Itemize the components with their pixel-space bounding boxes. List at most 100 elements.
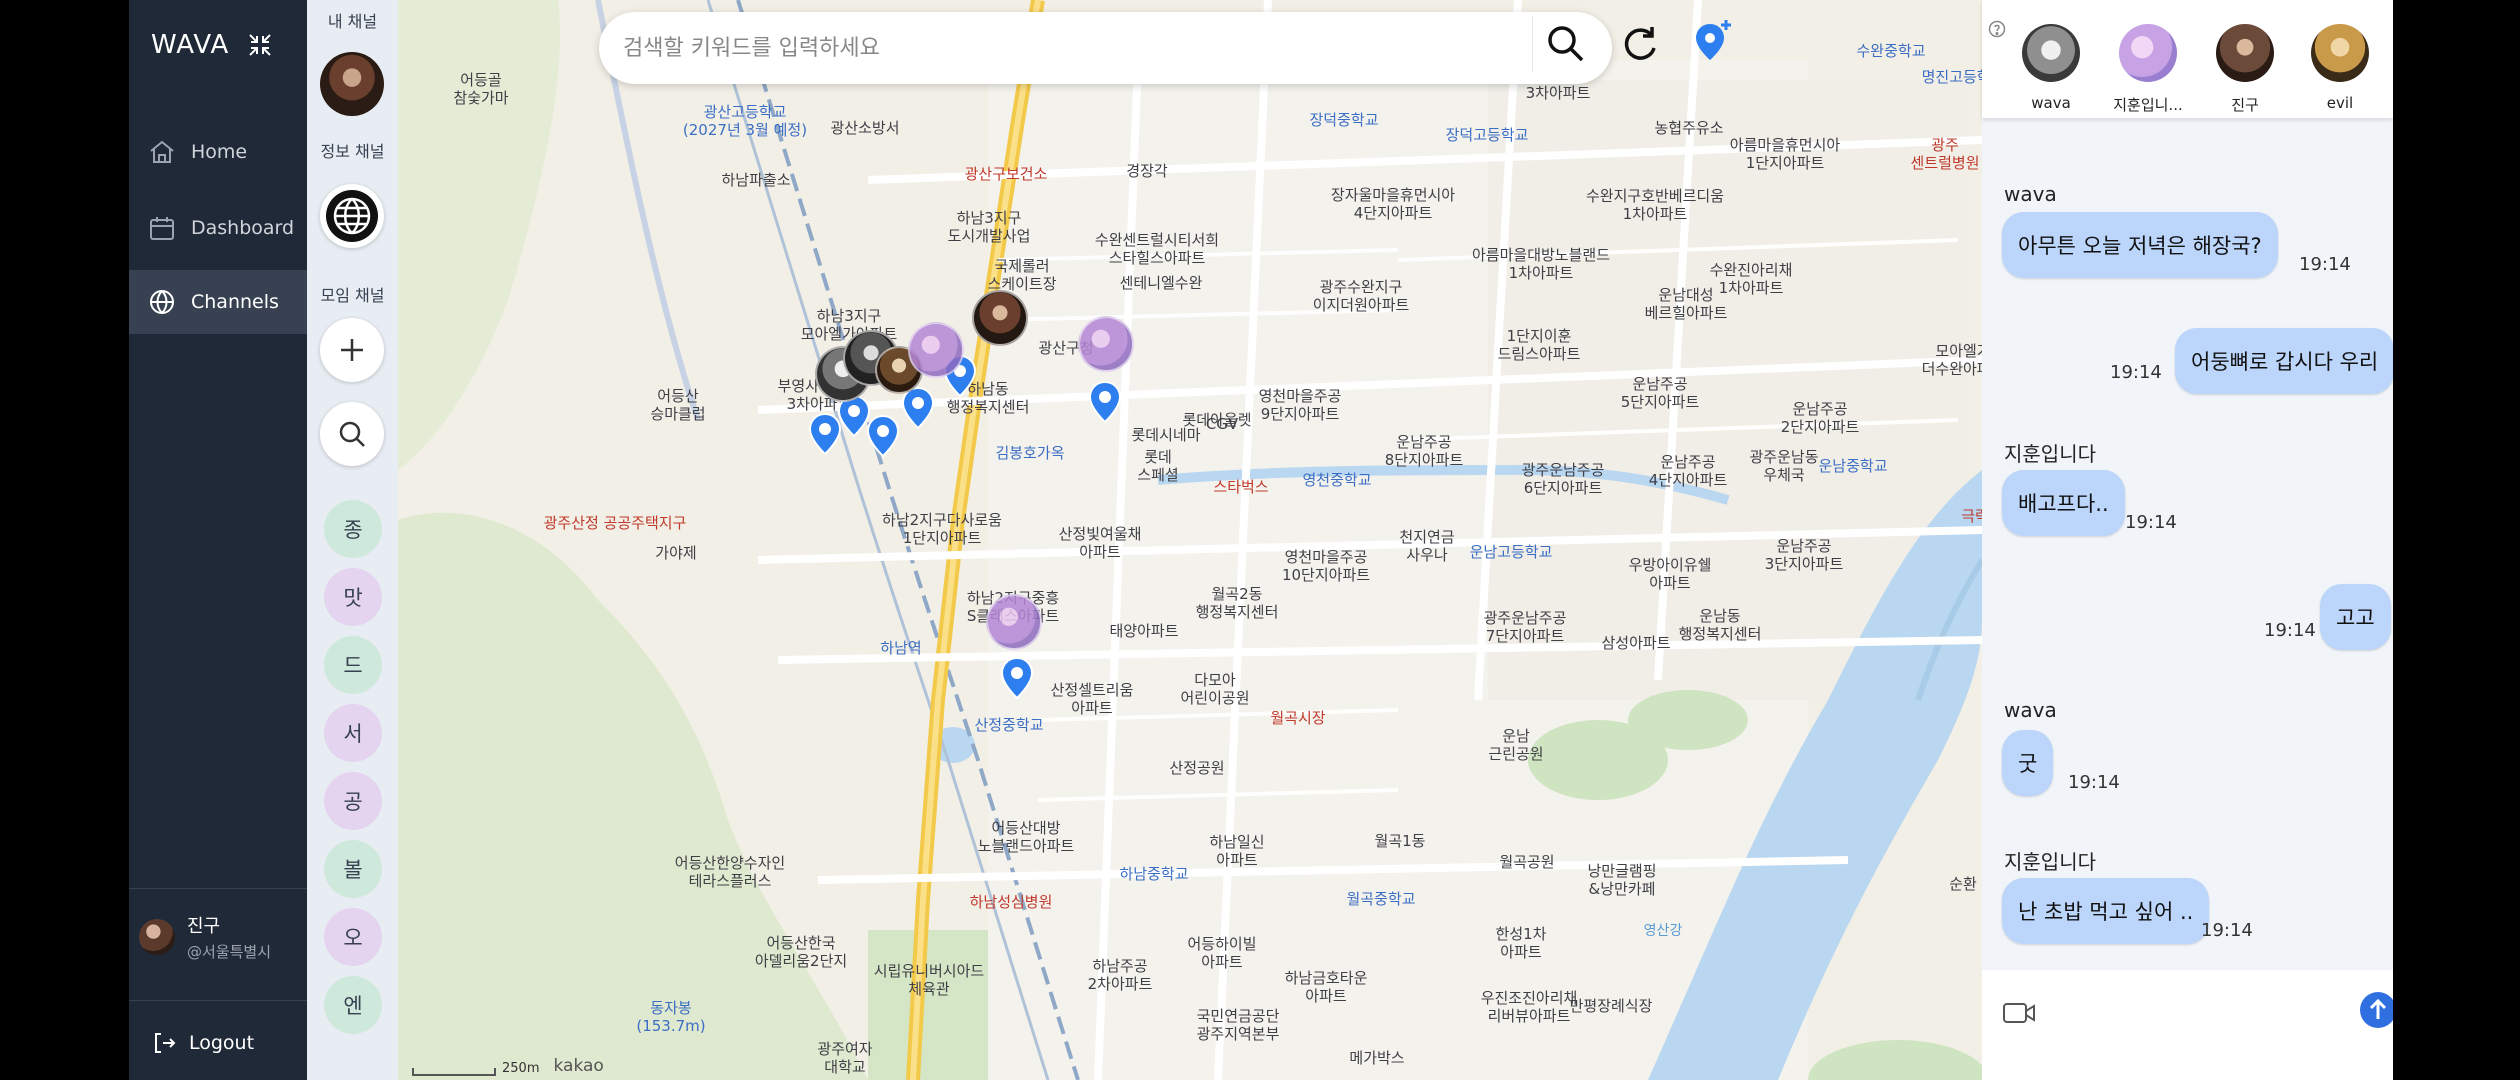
category-chip[interactable]: 드 bbox=[324, 636, 382, 694]
map-place-label[interactable]: 운남고등학교 bbox=[1470, 543, 1553, 562]
brand-logo[interactable]: WAVA bbox=[151, 30, 229, 60]
search-channel-button[interactable] bbox=[320, 402, 384, 466]
nav-dashboard[interactable]: Dashboard bbox=[129, 196, 307, 260]
map-place-label[interactable]: 광산소방서 bbox=[830, 119, 899, 138]
map-place-label[interactable]: 동자봉 (153.7m) bbox=[636, 999, 705, 1035]
map-place-label[interactable]: 광산구보건소 bbox=[965, 165, 1048, 184]
friend-avatar-item[interactable]: evil bbox=[2295, 24, 2385, 112]
map-place-label[interactable]: 영천마을주공 10단지아파트 bbox=[1282, 548, 1370, 584]
map-place-label[interactable]: 센테니엘수완 bbox=[1120, 274, 1203, 293]
map-place-label[interactable]: 어등산한양수자인 테라스플러스 bbox=[675, 854, 785, 890]
map-place-label[interactable]: 장덕고등학교 bbox=[1446, 126, 1529, 145]
map-place-label[interactable]: 메가박스 bbox=[1349, 1049, 1404, 1068]
map-place-label[interactable]: 하남일신 아파트 bbox=[1209, 833, 1264, 869]
map-place-label[interactable]: 광주산정 공공주택지구 bbox=[544, 514, 687, 533]
category-chip[interactable]: 종 bbox=[324, 500, 382, 558]
map-place-label[interactable]: 운남주공 5단지아파트 bbox=[1621, 375, 1700, 411]
map-place-label[interactable]: 영산강 bbox=[1644, 923, 1683, 940]
map-place-label[interactable]: 하남3지구 도시개발사업 bbox=[948, 209, 1031, 245]
map-place-label[interactable]: 월곡중학교 bbox=[1346, 890, 1415, 909]
map-pin-icon[interactable] bbox=[999, 656, 1035, 700]
map-place-label[interactable]: 국제롤러 스케이트장 bbox=[987, 257, 1056, 293]
category-chip[interactable]: 공 bbox=[324, 772, 382, 830]
map-place-label[interactable]: 월곡2동 행정복지센터 bbox=[1196, 585, 1279, 621]
map-place-label[interactable]: 다모아 어린이공원 bbox=[1180, 671, 1249, 707]
map-place-label[interactable]: 산정공원 bbox=[1169, 759, 1224, 778]
search-input[interactable] bbox=[623, 30, 1523, 66]
category-chip[interactable]: 볼 bbox=[324, 840, 382, 898]
map-place-label[interactable]: 모아엘가 더수완아파트 bbox=[1922, 342, 1982, 378]
nav-home[interactable]: Home bbox=[129, 120, 307, 184]
add-location-icon[interactable] bbox=[1690, 18, 1734, 62]
search-icon[interactable] bbox=[1544, 22, 1588, 66]
map-place-label[interactable]: 천지연금 사우나 bbox=[1399, 528, 1454, 564]
map-place-label[interactable]: 명진고등학교 bbox=[1922, 68, 1982, 87]
map-place-label[interactable]: 광주수완지구 이지더원아파트 bbox=[1313, 278, 1410, 314]
map-user-avatar[interactable] bbox=[1078, 316, 1134, 372]
map-place-label[interactable]: 운남주공 2단지아파트 bbox=[1781, 400, 1860, 436]
map-place-label[interactable]: 산정빛여울채 아파트 bbox=[1059, 525, 1142, 561]
category-chip[interactable]: 맛 bbox=[324, 568, 382, 626]
nav-channels[interactable]: Channels bbox=[129, 270, 307, 334]
map-place-label[interactable]: 우방아이유쉘 아파트 bbox=[1629, 556, 1712, 592]
map-place-label[interactable]: 태양아파트 bbox=[1109, 622, 1178, 641]
map-place-label[interactable]: 극락 bbox=[1961, 507, 1982, 526]
map-pin-icon[interactable] bbox=[865, 414, 901, 458]
map-place-label[interactable]: 산정중학교 bbox=[974, 716, 1043, 735]
my-channel-avatar[interactable] bbox=[320, 52, 384, 116]
map-place-label[interactable]: 어등산한국 아델리움2단지 bbox=[755, 934, 847, 970]
category-chip[interactable]: 서 bbox=[324, 704, 382, 762]
map-user-avatar[interactable] bbox=[986, 594, 1042, 650]
map-place-label[interactable]: 국민연금공단 광주지역본부 bbox=[1197, 1007, 1280, 1043]
map-canvas[interactable]: 어등골 참숯가마 광산고등학교 (2027년 3월 예정) 광산소방서 하남파출소 광산… bbox=[398, 0, 1982, 1080]
help-icon[interactable] bbox=[1988, 20, 2006, 38]
info-channel-button[interactable] bbox=[320, 184, 384, 248]
refresh-icon[interactable] bbox=[1618, 22, 1662, 66]
map-place-label[interactable]: 광주 센트럴병원 bbox=[1910, 136, 1979, 172]
map-place-label[interactable]: 아름마을휴먼시아 1단지아파트 bbox=[1730, 136, 1840, 172]
map-place-label[interactable]: 월곡1동 bbox=[1375, 832, 1426, 851]
map-place-label[interactable]: 순환 bbox=[1949, 875, 1977, 894]
map-place-label[interactable]: 김봉호가옥 bbox=[995, 444, 1064, 463]
map-place-label[interactable]: 산정셀트리움 아파트 bbox=[1051, 681, 1134, 717]
map-place-label[interactable]: 운남주공 8단지아파트 bbox=[1385, 433, 1464, 469]
map-place-label[interactable]: 어등산 승마클럽 bbox=[650, 387, 705, 423]
map-place-label[interactable]: 경장각 bbox=[1126, 162, 1167, 181]
map-place-label[interactable]: 광산고등학교 (2027년 3월 예정) bbox=[683, 103, 807, 139]
map-place-label[interactable]: 낭만글램핑 &낭만카페 bbox=[1587, 862, 1656, 898]
map-place-label[interactable]: 월곡시장 bbox=[1270, 709, 1325, 728]
map-place-label[interactable]: 광주운남주공 7단지아파트 bbox=[1484, 609, 1567, 645]
map-pin-icon[interactable] bbox=[1087, 380, 1123, 424]
map-place-label[interactable]: 하남파출소 bbox=[721, 171, 790, 190]
friend-avatar-item[interactable]: wava bbox=[2006, 24, 2096, 112]
map-place-label[interactable]: 스타벅스 bbox=[1213, 478, 1268, 497]
map-place-label[interactable]: 장덕중학교 bbox=[1309, 111, 1378, 130]
send-button[interactable] bbox=[2360, 992, 2393, 1028]
map-place-label[interactable]: 운남주공 3단지아파트 bbox=[1765, 537, 1844, 573]
map-place-label[interactable]: 광주여자 대학교 bbox=[817, 1040, 872, 1076]
user-profile[interactable]: 진구 @서울특별시 bbox=[139, 912, 271, 962]
map-place-label[interactable]: 운남중학교 bbox=[1818, 457, 1887, 476]
map-place-label[interactable]: 하남역 bbox=[880, 639, 921, 658]
map-place-label[interactable]: 한성1차 아파트 bbox=[1496, 925, 1547, 961]
map-place-label[interactable]: 영천중학교 bbox=[1302, 471, 1371, 490]
map-place-label[interactable]: 우진조진아리채 리버뷰아파트 bbox=[1481, 989, 1578, 1025]
add-channel-button[interactable] bbox=[320, 318, 384, 382]
map-place-label[interactable]: CGV bbox=[1206, 415, 1238, 434]
map-place-label[interactable]: 수완중학교 bbox=[1856, 42, 1925, 61]
map-place-label[interactable]: 수완지구호반베르디움 1차아파트 bbox=[1586, 187, 1724, 223]
friend-avatar-item[interactable]: 지훈입니... bbox=[2103, 24, 2193, 115]
map-place-label[interactable]: 아름마을대방노블랜드 1차아파트 bbox=[1472, 246, 1610, 282]
map-place-label[interactable]: 운남 근린공원 bbox=[1488, 727, 1543, 763]
map-place-label[interactable]: 삼성아파트 bbox=[1601, 634, 1670, 653]
map-user-avatar[interactable] bbox=[908, 322, 964, 378]
map-place-label[interactable]: 만평장례식장 bbox=[1570, 997, 1653, 1016]
map-place-label[interactable]: 수완센트럴시티서희 스타힐스아파트 bbox=[1095, 231, 1219, 267]
map-place-label[interactable]: 가야제 bbox=[655, 544, 696, 563]
video-camera-icon[interactable] bbox=[2002, 1000, 2036, 1026]
map-place-label[interactable]: 하남2지구다사로움 1단지아파트 bbox=[882, 511, 1002, 547]
map-place-label[interactable]: 롯데 스페셜 bbox=[1137, 448, 1178, 484]
map-place-label[interactable]: 어등산대방 노블랜드아파트 bbox=[978, 819, 1075, 855]
map-place-label[interactable]: 운남주공 4단지아파트 bbox=[1649, 453, 1728, 489]
map-place-label[interactable]: 롯데시네마 bbox=[1131, 426, 1200, 445]
